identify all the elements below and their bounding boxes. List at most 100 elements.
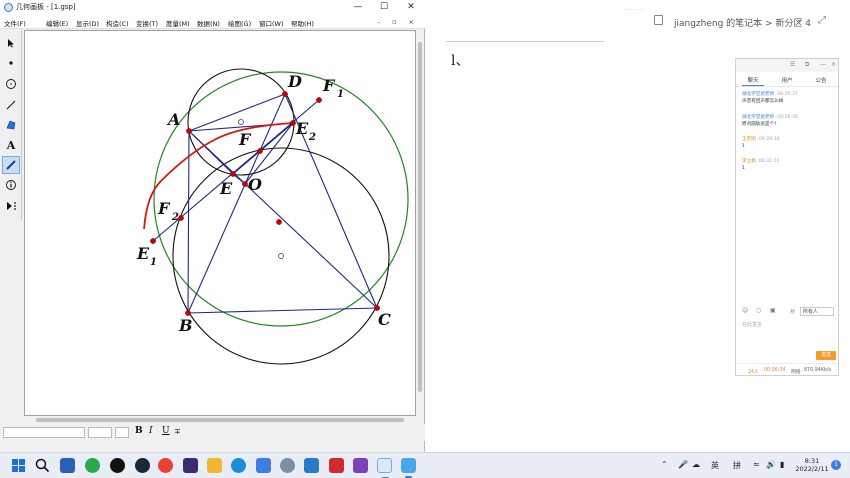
edge-icon[interactable] <box>231 458 246 473</box>
vertical-scroll-thumb[interactable] <box>418 42 422 392</box>
menu-transform[interactable]: 变换(T) <box>136 18 158 28</box>
text-color-select[interactable] <box>115 427 129 438</box>
marker-tool-icon[interactable] <box>2 156 20 174</box>
underline-button[interactable]: U <box>162 426 170 436</box>
circumcircle <box>153 71 409 327</box>
chat-message: 李立娟 08:31:10 1 <box>742 158 836 172</box>
tab-announcements[interactable]: 公告 <box>804 76 838 84</box>
classroom-app-icon[interactable] <box>401 458 416 478</box>
system-clock[interactable]: 8:31 2022/2/11 <box>792 457 832 473</box>
tab-users[interactable]: 用户 <box>770 76 804 84</box>
chat-message: 湖北学堂武老师 08:26:37 声音有回声都怎么样 <box>742 91 836 105</box>
tab-chat[interactable]: 聊天 <box>736 76 770 84</box>
menu-file[interactable]: 文件(F) <box>4 18 26 28</box>
custom-tool-icon[interactable] <box>2 197 20 215</box>
send-button[interactable]: 发送 <box>816 351 836 360</box>
chat-status-bar: 24人 00:06:34 网络 870.94Kb/s <box>736 363 838 375</box>
menu-measure[interactable]: 度量(M) <box>166 18 190 28</box>
large-circle-center <box>278 253 284 259</box>
chat-input[interactable]: 在此发言 <box>742 321 762 328</box>
notes-content-text[interactable]: l、 <box>451 50 469 70</box>
popout-icon[interactable]: ⧉ <box>805 61 809 69</box>
menu-construct[interactable]: 构造(C) <box>106 18 129 28</box>
message-time: 08:28:38 <box>758 137 780 142</box>
menu-help[interactable]: 帮助(H) <box>291 18 314 28</box>
expand-icon[interactable]: ⤢ <box>818 15 826 26</box>
text-tool-icon[interactable]: A <box>2 136 20 154</box>
arrow-tool-icon[interactable] <box>2 34 20 52</box>
toolbox: A <box>0 30 22 220</box>
menu-bar: 文件(F) 编辑(E) 显示(D) 构造(C) 变换(T) 度量(M) 数据(N… <box>0 16 425 29</box>
settings-icon[interactable] <box>280 458 295 473</box>
notebook-icon <box>654 15 663 25</box>
message-author: 湖北学堂武老师 <box>742 92 775 97</box>
chrome-icon[interactable] <box>158 458 173 473</box>
menu-edit[interactable]: 编辑(E) <box>46 18 68 28</box>
polygon-tool-icon[interactable] <box>2 116 20 134</box>
battery-icon[interactable]: ▮ <box>780 460 784 469</box>
message-text: 声音有回声都怎么样 <box>742 99 784 104</box>
task-view-icon[interactable] <box>60 458 75 473</box>
desktop: 几何画板 - [1.gsp] — ☐ ✕ 文件(F) 编辑(E) 显示(D) 构… <box>0 0 850 478</box>
horizontal-scroll-thumb[interactable] <box>36 418 404 422</box>
sketch-canvas[interactable]: A D F 1 E 2 F E O F 2 E 1 B C <box>24 30 416 416</box>
ime-english[interactable]: 英 <box>711 460 719 471</box>
file-explorer-icon[interactable] <box>207 458 222 473</box>
label-O: O <box>248 175 262 194</box>
onedrive-icon[interactable]: ☁ <box>692 460 700 469</box>
info-tool-icon[interactable] <box>2 176 20 194</box>
label-A: A <box>166 110 180 129</box>
app-icon[interactable] <box>329 458 344 473</box>
point-tool-icon[interactable] <box>2 54 20 72</box>
volume-icon[interactable]: 🔊 <box>766 460 776 469</box>
wifi-icon[interactable]: ≈ <box>753 460 760 469</box>
menu-data[interactable]: 数据(N) <box>197 18 220 28</box>
bubble-icon[interactable]: ○ <box>756 307 761 314</box>
start-button[interactable] <box>11 458 26 473</box>
menu-window[interactable]: 窗口(W) <box>259 18 284 28</box>
sketchpad-titlebar[interactable]: 几何画板 - [1.gsp] — ☐ ✕ <box>0 0 425 16</box>
maximize-button[interactable]: ☐ <box>374 1 394 14</box>
qq-icon[interactable] <box>110 458 125 473</box>
microphone-icon[interactable]: 🎤 <box>678 460 688 469</box>
steam-icon[interactable] <box>135 458 150 473</box>
compass-tool-icon[interactable] <box>2 75 20 93</box>
minimize-icon[interactable]: — <box>820 61 826 68</box>
menu-icon[interactable]: ☰ <box>790 61 795 68</box>
emoji-icon[interactable]: ☺ <box>742 307 748 314</box>
menu-graph[interactable]: 绘图(G) <box>228 18 251 28</box>
ime-pinyin[interactable]: 拼 <box>733 460 741 471</box>
notes-title-underline <box>446 41 604 42</box>
notification-badge[interactable]: 1 <box>831 460 841 470</box>
clock-time: 8:31 <box>804 457 820 465</box>
message-time: 08:31:10 <box>758 159 780 164</box>
image-icon[interactable]: ▣ <box>770 307 776 314</box>
close-button[interactable]: ✕ <box>401 1 421 14</box>
italic-button[interactable]: I <box>149 426 153 436</box>
label-E1: E <box>136 244 150 263</box>
onenote-icon[interactable] <box>353 458 368 473</box>
recipient-select[interactable]: 所有人 <box>800 307 834 316</box>
font-select[interactable] <box>3 427 85 438</box>
chevron-down-icon[interactable]: ⌄ <box>796 15 804 25</box>
app-icon[interactable] <box>304 458 319 473</box>
taskbar: ⌃ 🎤 ☁ 英 拼 ≈ 🔊 ▮ 8:31 2022/2/11 1 <box>0 452 850 478</box>
vertical-scrollbar[interactable] <box>416 30 424 416</box>
menu-display[interactable]: 显示(D) <box>76 18 99 28</box>
math-format-icon[interactable]: ∓ <box>174 427 181 436</box>
notebook-breadcrumb-text: jiangzheng 的笔记本 > 新分区 4 <box>674 19 812 29</box>
bold-button[interactable]: B <box>135 426 143 436</box>
document-window-buttons[interactable]: - ▫ × <box>378 18 419 26</box>
chevron-up-icon[interactable]: ⌃ <box>661 460 668 469</box>
close-icon[interactable]: × <box>831 61 836 68</box>
search-icon[interactable] <box>35 458 50 473</box>
app-icon[interactable] <box>183 458 198 473</box>
minimize-button[interactable]: — <box>348 1 368 14</box>
wechat-icon[interactable] <box>85 458 100 473</box>
chat-message: 湖北学堂武老师 08:28:36 原点圆轨迹是个? <box>742 114 836 128</box>
font-size-select[interactable] <box>88 427 112 438</box>
sketchpad-taskbar-icon[interactable] <box>377 458 392 478</box>
horizontal-scrollbar[interactable] <box>24 416 416 424</box>
app-icon[interactable] <box>256 458 271 473</box>
line-tool-icon[interactable] <box>2 96 20 114</box>
